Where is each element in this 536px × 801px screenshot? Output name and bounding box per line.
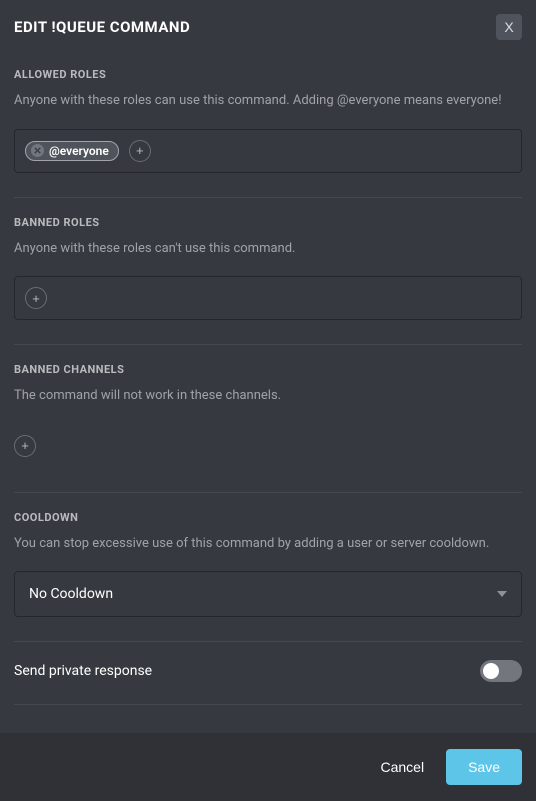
add-channel-button[interactable]: + (14, 435, 36, 457)
section-title: ALLOWED ROLES (14, 68, 522, 81)
section-desc: Anyone with these roles can't use this c… (14, 239, 522, 259)
role-chip-label: @everyone (49, 144, 109, 158)
cooldown-select[interactable]: No Cooldown (14, 571, 522, 617)
close-button[interactable]: X (496, 14, 522, 40)
section-banned-channels: BANNED CHANNELS The command will not wor… (14, 345, 522, 493)
save-button[interactable]: Save (446, 749, 522, 785)
section-title: COOLDOWN (14, 511, 522, 524)
section-title: BANNED ROLES (14, 216, 522, 229)
private-response-toggle[interactable] (480, 660, 522, 682)
plus-icon: + (136, 144, 144, 157)
modal-title: EDIT !QUEUE COMMAND (14, 18, 190, 36)
section-banned-roles: BANNED ROLES Anyone with these roles can… (14, 198, 522, 346)
modal-footer: Cancel Save (0, 733, 536, 801)
add-role-button[interactable]: + (25, 287, 47, 309)
allowed-roles-input[interactable]: @everyone + (14, 129, 522, 173)
private-response-label: Send private response (14, 663, 152, 679)
section-title: BANNED CHANNELS (14, 363, 522, 376)
banned-roles-input[interactable]: + (14, 276, 522, 320)
role-chip-everyone: @everyone (25, 141, 119, 161)
section-desc: Anyone with these roles can use this com… (14, 91, 522, 111)
banned-channels-input[interactable]: + (14, 424, 522, 468)
section-desc: You can stop excessive use of this comma… (14, 534, 522, 554)
cancel-button[interactable]: Cancel (376, 751, 428, 783)
toggle-thumb (483, 663, 499, 679)
modal-content: ALLOWED ROLES Anyone with these roles ca… (0, 50, 536, 733)
add-role-button[interactable]: + (129, 140, 151, 162)
chevron-down-icon (497, 591, 507, 597)
private-response-row: Send private response (14, 642, 522, 705)
edit-command-modal: EDIT !QUEUE COMMAND X ALLOWED ROLES Anyo… (0, 0, 536, 801)
remove-chip-icon[interactable] (31, 144, 44, 157)
modal-header: EDIT !QUEUE COMMAND X (0, 0, 536, 50)
plus-icon: + (32, 292, 40, 305)
section-allowed-roles: ALLOWED ROLES Anyone with these roles ca… (14, 50, 522, 198)
plus-icon: + (21, 439, 29, 452)
section-cooldown: COOLDOWN You can stop excessive use of t… (14, 493, 522, 643)
close-icon: X (504, 19, 513, 35)
section-desc: The command will not work in these chann… (14, 386, 522, 406)
cooldown-value: No Cooldown (29, 586, 113, 602)
